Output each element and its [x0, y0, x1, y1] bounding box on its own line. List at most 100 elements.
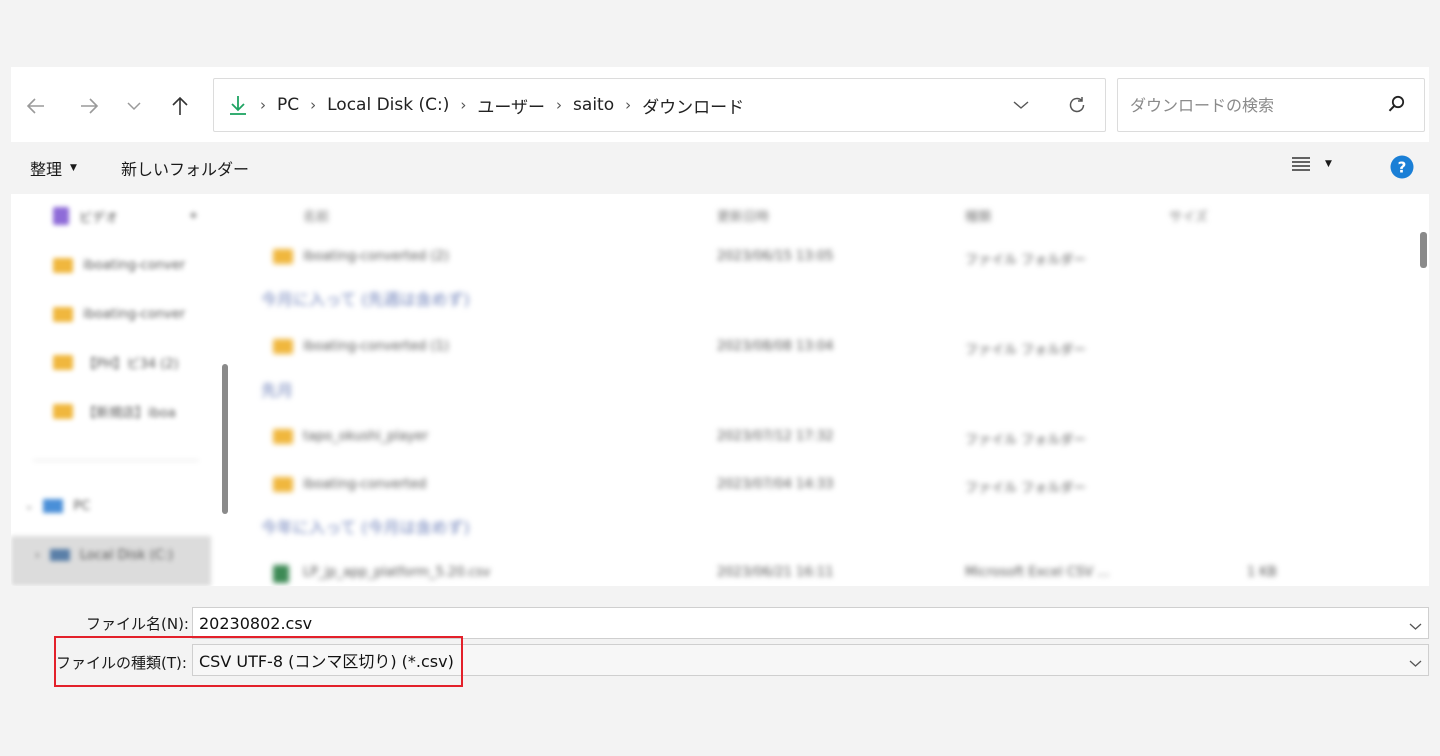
- folder-icon: [273, 249, 293, 264]
- chevron-down-icon[interactable]: [1409, 653, 1422, 672]
- divider: [33, 460, 199, 461]
- sidebar-item-videos[interactable]: ビデオ ✦: [53, 206, 199, 226]
- caret-down-icon: ▼: [70, 163, 77, 173]
- group-header[interactable]: 今月に入って (先週は含めず): [261, 286, 470, 310]
- recent-locations-button[interactable]: [117, 89, 151, 123]
- sidebar-item-folder[interactable]: 【新規店】iboa: [53, 401, 176, 421]
- file-type: Microsoft Excel CSV ...: [965, 565, 1110, 580]
- back-button[interactable]: [19, 89, 53, 123]
- chevron-right-icon: ›: [625, 96, 632, 114]
- arrow-right-icon: [81, 98, 99, 114]
- file-name: iboating-converted: [303, 477, 427, 492]
- sidebar-item-label: PC: [73, 498, 91, 514]
- breadcrumb-saito[interactable]: saito: [573, 95, 614, 115]
- breadcrumb-users[interactable]: ユーザー: [477, 93, 545, 118]
- organize-button[interactable]: 整理 ▼: [30, 156, 77, 180]
- list-view-icon: [1292, 157, 1310, 171]
- sidebar-item-local-disk[interactable]: › Local Disk (C:): [35, 545, 173, 565]
- command-bar: 整理 ▼ 新しいフォルダー ▼: [11, 142, 1429, 194]
- file-type: ファイル フォルダー: [965, 481, 1087, 496]
- file-type: ファイル フォルダー: [965, 343, 1087, 358]
- pc-icon: [43, 499, 64, 513]
- arrow-up-icon: [172, 96, 188, 115]
- filename-value: 20230802.csv: [199, 613, 313, 633]
- navigation-pane[interactable]: ビデオ ✦ iboating-conver iboating-conver 【P…: [11, 194, 233, 586]
- sidebar-scrollbar[interactable]: [222, 364, 228, 514]
- address-bar[interactable]: › PC › Local Disk (C:) › ユーザー › saito › …: [213, 78, 1106, 132]
- help-button[interactable]: ?: [1390, 155, 1414, 183]
- svg-text:?: ?: [1398, 159, 1407, 177]
- refresh-button[interactable]: [1049, 95, 1105, 115]
- highlight-box: [54, 636, 463, 687]
- chevron-right-icon: ›: [460, 96, 467, 114]
- up-button[interactable]: [163, 89, 197, 123]
- file-date: 2023/08/08 13:04: [717, 339, 834, 354]
- file-name: LP_jp_app_platform_5.20.csv: [303, 565, 491, 580]
- file-date: 2023/06/15 13:05: [717, 249, 834, 264]
- file-size: 1 KB: [1247, 565, 1277, 580]
- breadcrumb-pc[interactable]: PC: [277, 95, 299, 115]
- file-date: 2023/06/21 16:11: [717, 565, 834, 580]
- search-box[interactable]: [1117, 78, 1425, 132]
- file-type: ファイル フォルダー: [965, 253, 1087, 268]
- sidebar-item-label: 【PH】ビ34 (2): [83, 356, 179, 372]
- table-row[interactable]: iboating-converted (2) 2023/06/15 13:05 …: [247, 246, 1417, 270]
- file-name: tapo_okushi_player: [303, 429, 429, 444]
- sidebar-item-pc[interactable]: ⌄ PC: [25, 496, 90, 516]
- table-row[interactable]: iboating-converted 2023/07/04 14:33 ファイル…: [247, 474, 1417, 498]
- csv-file-icon: [273, 565, 289, 583]
- organize-label: 整理: [30, 160, 63, 179]
- column-header-date[interactable]: 更新日時: [717, 206, 769, 225]
- sidebar-item-label: Local Disk (C:): [79, 547, 174, 563]
- table-row[interactable]: LP_jp_app_platform_5.20.csv 2023/06/21 1…: [247, 562, 1417, 586]
- file-date: 2023/07/12 17:32: [717, 429, 834, 444]
- drive-icon: [49, 549, 70, 561]
- group-header[interactable]: 今年に入って (今月は含めず): [261, 514, 470, 538]
- filename-label: ファイル名(N):: [86, 615, 189, 633]
- search-icon[interactable]: [1388, 95, 1406, 117]
- browser-area: ビデオ ✦ iboating-conver iboating-conver 【P…: [11, 194, 1429, 586]
- folder-icon: [273, 339, 293, 354]
- group-header[interactable]: 先月: [261, 377, 293, 401]
- refresh-icon: [1069, 97, 1085, 113]
- view-options-button[interactable]: ▼: [1291, 156, 1332, 172]
- file-date: 2023/07/04 14:33: [717, 477, 834, 492]
- breadcrumb-local-disk[interactable]: Local Disk (C:): [327, 95, 449, 115]
- file-name: iboating-converted (2): [303, 249, 449, 264]
- file-name: iboating-converted (1): [303, 339, 449, 354]
- chevron-down-icon[interactable]: [1409, 616, 1422, 635]
- chevron-down-icon: [127, 102, 141, 111]
- filename-field[interactable]: 20230802.csv: [192, 607, 1429, 639]
- sidebar-item-folder[interactable]: 【PH】ビ34 (2): [53, 352, 179, 372]
- table-row[interactable]: tapo_okushi_player 2023/07/12 17:32 ファイル…: [247, 426, 1417, 450]
- video-folder-icon: [53, 207, 69, 225]
- chevron-right-icon: ›: [556, 96, 563, 114]
- file-list-scrollbar[interactable]: [1420, 232, 1427, 268]
- folder-icon: [273, 429, 293, 444]
- chevron-right-icon: ›: [260, 96, 266, 114]
- file-list[interactable]: 名前 更新日時 種類 サイズ iboating-converted (2) 20…: [247, 194, 1417, 586]
- file-type: ファイル フォルダー: [965, 433, 1087, 448]
- chevron-right-icon: ›: [310, 96, 317, 114]
- new-folder-label: 新しいフォルダー: [120, 160, 249, 179]
- table-row[interactable]: iboating-converted (1) 2023/08/08 13:04 …: [247, 336, 1417, 360]
- breadcrumb: › PC › Local Disk (C:) › ユーザー › saito › …: [258, 93, 744, 118]
- sidebar-item-label: 【新規店】iboa: [83, 405, 176, 421]
- breadcrumb-downloads[interactable]: ダウンロード: [642, 93, 744, 118]
- help-icon: ?: [1390, 155, 1414, 179]
- new-folder-button[interactable]: 新しいフォルダー: [121, 156, 249, 180]
- search-input[interactable]: [1128, 94, 1372, 116]
- chevron-down-icon: [1013, 101, 1029, 109]
- sidebar-item-label: iboating-conver: [83, 306, 186, 322]
- column-header-name[interactable]: 名前: [303, 206, 329, 225]
- sidebar-item-folder[interactable]: iboating-conver: [53, 304, 185, 324]
- forward-button[interactable]: [72, 89, 106, 123]
- folder-icon: [53, 403, 73, 419]
- address-history-button[interactable]: [993, 100, 1049, 110]
- folder-icon: [53, 257, 73, 273]
- navigation-bar: › PC › Local Disk (C:) › ユーザー › saito › …: [11, 67, 1429, 142]
- column-header-size[interactable]: サイズ: [1169, 206, 1208, 225]
- arrow-left-icon: [26, 98, 44, 114]
- column-header-type[interactable]: 種類: [965, 206, 991, 225]
- sidebar-item-folder[interactable]: iboating-conver: [53, 255, 185, 275]
